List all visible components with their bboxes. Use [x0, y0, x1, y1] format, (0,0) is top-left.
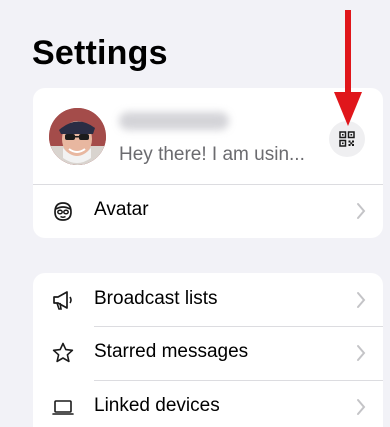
settings-row-broadcast-lists[interactable]: Broadcast lists — [33, 274, 383, 327]
qr-code-icon — [339, 131, 355, 147]
page-title: Settings — [32, 34, 168, 72]
annotation-arrow-icon — [334, 10, 362, 126]
features-card: Broadcast lists Starred messages Linked … — [33, 273, 383, 427]
settings-row-label: Broadcast lists — [94, 288, 218, 309]
profile-name-blurred — [119, 112, 229, 130]
settings-row-label: Linked devices — [94, 395, 220, 416]
chevron-right-icon — [357, 399, 366, 415]
profile-card: Hey there! I am usin... Avatar — [33, 88, 383, 238]
profile-photo — [49, 108, 106, 165]
avatar[interactable] — [49, 108, 106, 165]
laptop-icon — [52, 400, 74, 415]
chevron-right-icon — [357, 345, 366, 361]
chevron-right-icon — [357, 292, 366, 308]
profile-row[interactable]: Hey there! I am usin... — [33, 88, 383, 185]
settings-row-label: Avatar — [94, 199, 149, 220]
settings-row-avatar[interactable]: Avatar — [33, 185, 383, 238]
chevron-right-icon — [357, 203, 366, 219]
star-icon — [52, 342, 74, 363]
settings-screen: Settings Hey there! I am usin... Avatar … — [0, 0, 390, 427]
settings-row-linked-devices[interactable]: Linked devices — [33, 381, 383, 427]
avatar-face-icon — [54, 202, 72, 221]
settings-row-starred-messages[interactable]: Starred messages — [33, 327, 383, 380]
megaphone-icon — [53, 291, 72, 310]
profile-status: Hey there! I am usin... — [119, 144, 305, 165]
settings-row-label: Starred messages — [94, 341, 249, 362]
